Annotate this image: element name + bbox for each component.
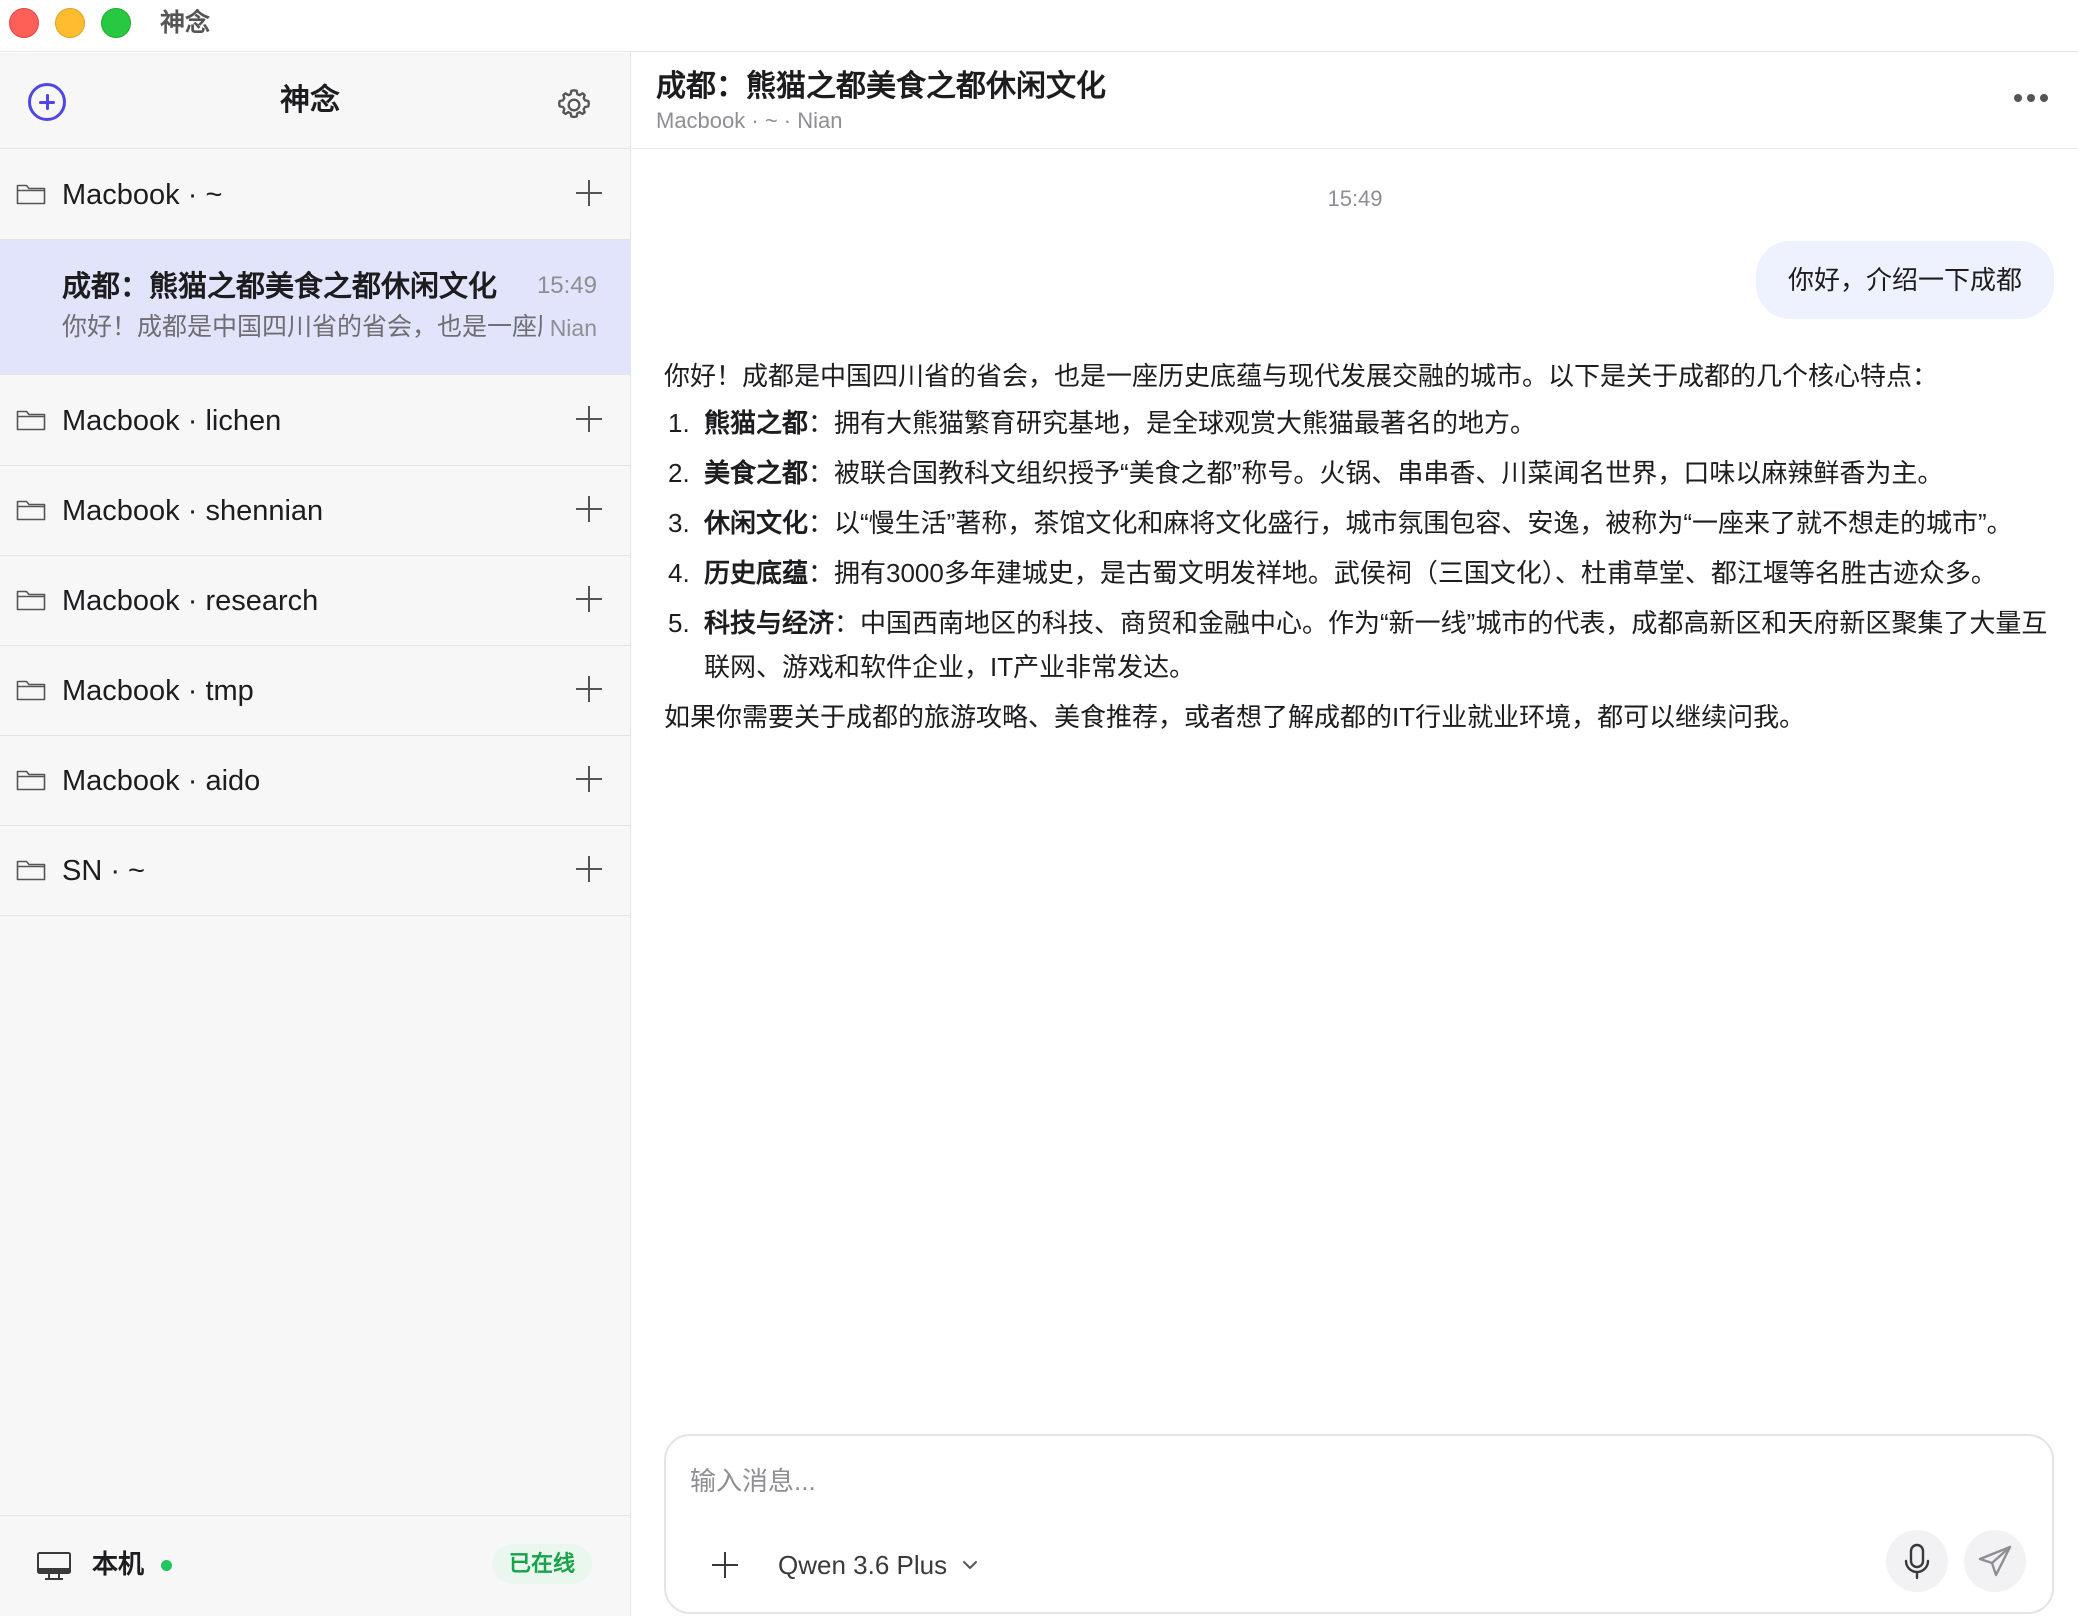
folder-icon bbox=[16, 500, 46, 521]
answer-outro: 如果你需要关于成都的旅游攻略、美食推荐，或者想了解成都的IT行业就业环境，都可以… bbox=[664, 702, 1806, 732]
folder-icon bbox=[16, 410, 46, 431]
model-name: Qwen 3.6 Plus bbox=[778, 1550, 948, 1580]
chat-header: 成都：熊猫之都美食之都休闲文化 Macbook · ~ · Nian bbox=[632, 53, 2078, 149]
paper-plane-icon bbox=[1978, 1545, 2012, 1577]
group-label: SN · ~ bbox=[62, 855, 145, 887]
message-timestamp: 15:49 bbox=[1327, 186, 1383, 211]
project-group-shennian[interactable]: Macbook · shennian bbox=[0, 466, 631, 556]
session-preview: 你好！成都是中国四川省的省会，也是一座历史底蕴与现代发展交融的城市。以下是关于成… bbox=[62, 313, 542, 341]
list-item: 5. 科技与经济：中国西南地区的科技、商贸和金融中心。作为“新一线”城市的代表，成… bbox=[668, 608, 2048, 682]
maximize-window-button[interactable] bbox=[101, 8, 131, 38]
user-message: 你好，介绍一下成都 bbox=[1755, 241, 2054, 319]
app-name: 神念 bbox=[280, 84, 340, 117]
chat-title: 成都：熊猫之都美食之都休闲文化 bbox=[656, 70, 1106, 103]
list-item: 1. 熊猫之都：拥有大熊猫繁育研究基地，是全球观赏大熊猫最著名的地方。 bbox=[668, 408, 1537, 438]
voice-input-button[interactable] bbox=[1886, 1530, 1948, 1592]
chat-subtitle: Macbook · ~ · Nian bbox=[656, 108, 843, 133]
folder-icon bbox=[16, 590, 46, 611]
list-item: 4. 历史底蕴：拥有3000多年建城史，是古蜀文明发祥地。武侯祠（三国文化）、杜甫… bbox=[668, 558, 1997, 588]
add-session-button[interactable] bbox=[576, 676, 602, 702]
list-item: 2. 美食之都：被联合国教科文组织授予“美食之都”称号。火锅、串串香、川菜闻名世界… bbox=[668, 458, 1944, 488]
ellipsis-icon[interactable] bbox=[2014, 93, 2048, 103]
chat-panel: 成都：熊猫之都美食之都休闲文化 Macbook · ~ · Nian 15:49… bbox=[632, 53, 2078, 1616]
attach-button[interactable] bbox=[712, 1552, 738, 1578]
group-label: Macbook · aido bbox=[62, 765, 261, 797]
folder-icon bbox=[16, 184, 46, 205]
answer-intro: 你好！成都是中国四川省的省会，也是一座历史底蕴与现代发展交融的城市。以下是关于成… bbox=[664, 361, 1939, 391]
list-item: 3. 休闲文化：以“慢生活”著称，茶馆文化和麻将文化盛行，城市氛围包容、安逸，被称… bbox=[668, 508, 2013, 538]
folder-icon bbox=[16, 680, 46, 701]
new-chat-button[interactable] bbox=[28, 83, 66, 121]
status-badge: 已在线 bbox=[492, 1544, 592, 1584]
monitor-icon bbox=[37, 1552, 71, 1580]
send-button[interactable] bbox=[1964, 1530, 2026, 1592]
project-group-sn-home[interactable]: SN · ~ bbox=[0, 826, 631, 916]
folder-icon bbox=[16, 860, 46, 881]
sidebar-header: 神念 bbox=[0, 53, 631, 149]
window-title: 神念 bbox=[160, 9, 211, 37]
group-label: Macbook · ~ bbox=[62, 179, 223, 211]
add-session-button[interactable] bbox=[576, 586, 602, 612]
answer-list: 1. 熊猫之都：拥有大熊猫繁育研究基地，是全球观赏大熊猫最著名的地方。 2. 美食之… bbox=[664, 401, 2054, 689]
add-session-button[interactable] bbox=[576, 406, 602, 432]
add-session-button[interactable] bbox=[576, 496, 602, 522]
folder-icon bbox=[16, 770, 46, 791]
gear-icon[interactable] bbox=[554, 85, 594, 125]
group-label: Macbook · shennian bbox=[62, 495, 324, 527]
add-session-button[interactable] bbox=[576, 180, 602, 206]
sidebar: 神念 Macbook · ~ 成都：熊猫之都美食之都休闲文化 15:49 你好！… bbox=[0, 53, 631, 1616]
group-label: Macbook · lichen bbox=[62, 405, 282, 437]
add-session-button[interactable] bbox=[576, 766, 602, 792]
session-item-active[interactable]: 成都：熊猫之都美食之都休闲文化 15:49 你好！成都是中国四川省的省会，也是一… bbox=[0, 240, 631, 375]
session-user: Nian bbox=[549, 315, 597, 341]
machine-status: 本机 已在线 bbox=[0, 1515, 631, 1616]
session-title: 成都：熊猫之都美食之都休闲文化 bbox=[62, 271, 498, 303]
minimize-window-button[interactable] bbox=[55, 8, 85, 38]
machine-label: 本机 bbox=[92, 1549, 145, 1579]
online-indicator bbox=[161, 1560, 172, 1571]
chevron-down-icon bbox=[963, 1561, 978, 1569]
message-composer: Qwen 3.6 Plus bbox=[664, 1434, 2054, 1614]
group-label: Macbook · tmp bbox=[62, 675, 254, 707]
title-bar: 神念 bbox=[0, 0, 2078, 52]
message-input[interactable] bbox=[690, 1456, 2030, 1506]
microphone-icon bbox=[1904, 1543, 1930, 1580]
close-window-button[interactable] bbox=[9, 8, 39, 38]
add-session-button[interactable] bbox=[576, 856, 602, 882]
project-group-macbook-home[interactable]: Macbook · ~ bbox=[0, 150, 631, 240]
model-selector[interactable]: Qwen 3.6 Plus bbox=[778, 1544, 979, 1586]
group-label: Macbook · research bbox=[62, 585, 319, 617]
assistant-message: 你好！成都是中国四川省的省会，也是一座历史底蕴与现代发展交融的城市。以下是关于成… bbox=[664, 351, 2054, 739]
project-group-research[interactable]: Macbook · research bbox=[0, 556, 631, 646]
project-group-tmp[interactable]: Macbook · tmp bbox=[0, 646, 631, 736]
session-time: 15:49 bbox=[536, 272, 597, 299]
project-group-lichen[interactable]: Macbook · lichen bbox=[0, 376, 631, 466]
project-group-aido[interactable]: Macbook · aido bbox=[0, 736, 631, 826]
